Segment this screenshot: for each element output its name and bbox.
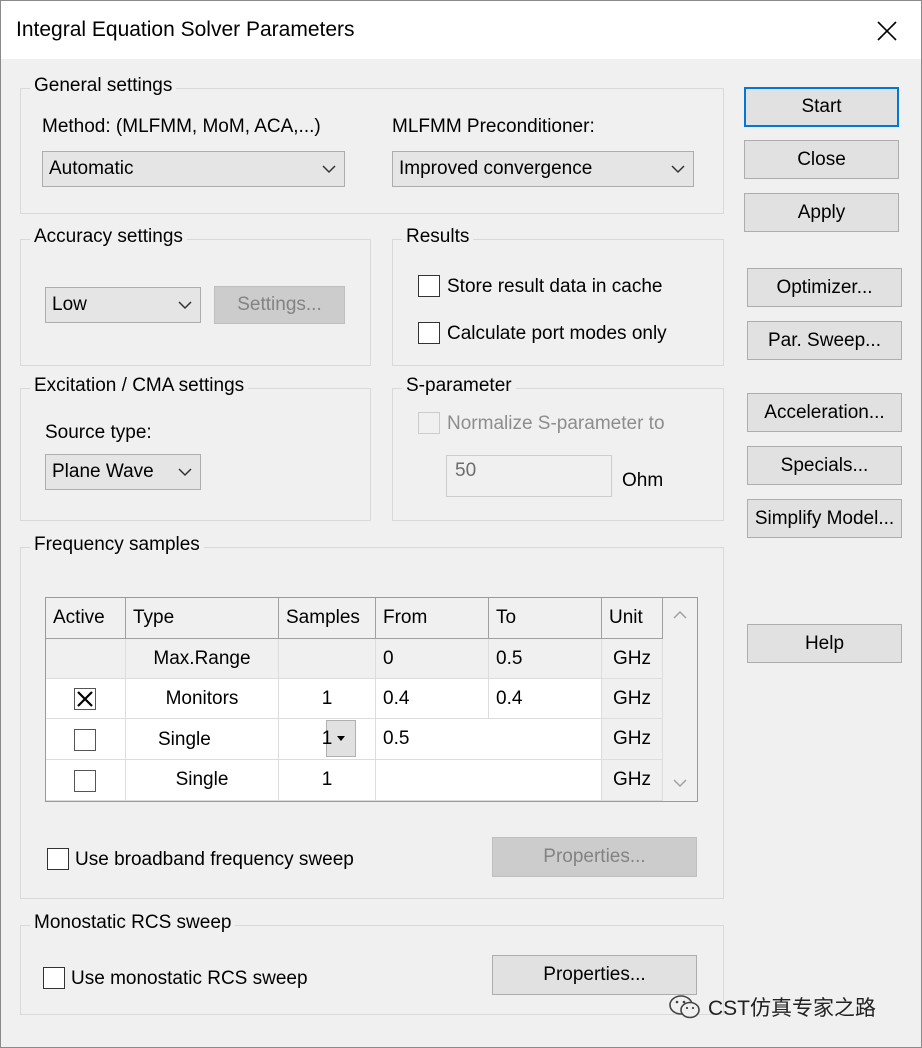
ohm-unit-label: Ohm	[622, 470, 664, 491]
accuracy-settings-label: Accuracy settings	[30, 226, 187, 248]
table-cell-type[interactable]: Monitors	[126, 679, 279, 719]
wechat-icon	[669, 995, 700, 1019]
table-cell-active	[46, 639, 126, 679]
table-cell-unit: GHz	[602, 679, 663, 719]
column-header-unit[interactable]: Unit	[602, 598, 663, 639]
simplify-model-button[interactable]: Simplify Model...	[747, 499, 902, 538]
table-cell-type-dropdown[interactable]: Single	[126, 719, 356, 760]
rcs-sweep-use-label: Use monostatic RCS sweep	[71, 968, 308, 989]
specials-button[interactable]: Specials...	[747, 446, 902, 485]
table-cell-unit: GHz	[602, 719, 663, 760]
table-cell-unit: GHz	[602, 760, 663, 801]
table-cell-from[interactable]: 0.5	[376, 719, 602, 760]
accuracy-value: Low	[52, 294, 87, 315]
accuracy-settings-button[interactable]: Settings...	[214, 286, 345, 324]
table-cell-active	[46, 679, 126, 719]
watermark-text: CST仿真专家之路	[708, 997, 876, 1020]
normalize-label: Normalize S-parameter to	[447, 413, 665, 434]
broadband-sweep-checkbox[interactable]	[47, 848, 69, 870]
port-modes-label: Calculate port modes only	[447, 323, 667, 344]
column-header-from[interactable]: From	[376, 598, 489, 639]
table-cell-to[interactable]: 0.5	[489, 639, 602, 679]
table-cell-from[interactable]	[376, 760, 602, 801]
source-type-label: Source type:	[45, 422, 152, 443]
normalize-checkbox[interactable]	[418, 412, 440, 434]
table-cell-samples[interactable]: 1	[279, 679, 376, 719]
excitation-label: Excitation / CMA settings	[30, 375, 249, 397]
scroll-up-icon[interactable]	[673, 610, 687, 620]
store-cache-label: Store result data in cache	[447, 276, 663, 297]
chevron-down-icon	[178, 468, 192, 477]
preconditioner-dropdown[interactable]: Improved convergence	[392, 151, 694, 187]
acceleration-button[interactable]: Acceleration...	[747, 393, 902, 432]
results-label: Results	[402, 226, 474, 248]
start-button[interactable]: Start	[744, 87, 899, 127]
chevron-down-icon	[322, 165, 336, 174]
close-button[interactable]: Close	[744, 140, 899, 179]
table-scrollbar[interactable]	[663, 598, 697, 801]
active-checkbox[interactable]	[74, 729, 96, 751]
column-header-samples[interactable]: Samples	[279, 598, 376, 639]
column-header-active[interactable]: Active	[46, 598, 126, 639]
close-icon[interactable]	[873, 17, 901, 45]
help-button[interactable]: Help	[747, 624, 902, 663]
precond-label: MLFMM Preconditioner:	[392, 116, 595, 137]
method-dropdown[interactable]: Automatic	[42, 151, 345, 187]
precond-value: Improved convergence	[399, 158, 593, 179]
table-cell-samples	[279, 639, 376, 679]
type-value: Single	[158, 729, 211, 750]
active-checkbox-checked[interactable]	[74, 688, 96, 710]
column-header-to[interactable]: To	[489, 598, 602, 639]
chevron-down-icon	[671, 165, 685, 174]
title-bar: Integral Equation Solver Parameters	[1, 1, 921, 59]
table-cell-unit: GHz	[602, 639, 663, 679]
table-cell-samples[interactable]: 1	[279, 719, 376, 760]
broadband-sweep-label: Use broadband frequency sweep	[75, 849, 354, 870]
broadband-properties-button[interactable]: Properties...	[492, 837, 697, 877]
optimizer-button[interactable]: Optimizer...	[747, 268, 902, 307]
watermark: CST仿真专家之路	[668, 992, 876, 1022]
normalize-value: 50	[455, 460, 477, 481]
table-cell-from[interactable]: 0	[376, 639, 489, 679]
normalize-value-input[interactable]: 50	[446, 455, 612, 497]
chevron-down-icon	[178, 301, 192, 310]
table-cell-from[interactable]: 0.4	[376, 679, 489, 719]
table-cell-active	[46, 760, 126, 801]
frequency-table: Active Type Samples From To Unit Max.Ran…	[45, 597, 698, 802]
rcs-sweep-checkbox[interactable]	[43, 967, 65, 989]
window-title: Integral Equation Solver Parameters	[16, 18, 355, 41]
apply-button[interactable]: Apply	[744, 193, 899, 232]
scroll-down-icon[interactable]	[673, 778, 687, 788]
accuracy-dropdown[interactable]: Low	[45, 287, 201, 323]
table-cell-type: Max.Range	[126, 639, 279, 679]
table-cell-samples[interactable]: 1	[279, 760, 376, 801]
method-value: Automatic	[49, 158, 134, 179]
rcs-sweep-label: Monostatic RCS sweep	[30, 912, 236, 934]
frequency-samples-label: Frequency samples	[30, 534, 204, 556]
check-x-icon	[77, 691, 93, 707]
port-modes-checkbox[interactable]	[418, 322, 440, 344]
source-type-dropdown[interactable]: Plane Wave	[45, 454, 201, 490]
active-checkbox[interactable]	[74, 770, 96, 792]
store-cache-checkbox[interactable]	[418, 275, 440, 297]
results-group: Results	[392, 226, 724, 366]
par-sweep-button[interactable]: Par. Sweep...	[747, 321, 902, 360]
table-cell-active	[46, 719, 126, 760]
rcs-properties-button[interactable]: Properties...	[492, 955, 697, 995]
source-type-value: Plane Wave	[52, 461, 154, 482]
column-header-type[interactable]: Type	[126, 598, 279, 639]
general-settings-label: General settings	[30, 75, 177, 97]
table-cell-type[interactable]: Single	[126, 760, 279, 801]
method-label: Method: (MLFMM, MoM, ACA,...)	[42, 116, 321, 137]
sparam-label: S-parameter	[402, 375, 516, 397]
table-cell-to[interactable]: 0.4	[489, 679, 602, 719]
